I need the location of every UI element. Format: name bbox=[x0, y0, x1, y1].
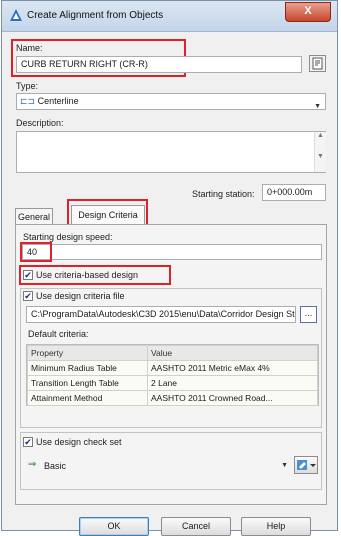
criteria-file-input[interactable]: C:\ProgramData\Autodesk\C3D 2015\enu\Dat… bbox=[26, 306, 296, 323]
criteria-table: Property Value Minimum Radius Table AASH… bbox=[26, 344, 319, 406]
check-set-select[interactable]: ⇒ Basic ▼ bbox=[26, 457, 290, 475]
type-label: Type: bbox=[16, 81, 39, 91]
browse-button[interactable]: ... bbox=[300, 306, 317, 323]
property-cell: Attainment Method bbox=[27, 390, 148, 406]
table-row[interactable]: Transition Length Table 2 Lane bbox=[27, 375, 318, 391]
name-label: Name: bbox=[16, 43, 43, 53]
type-select[interactable]: ⊏⊐ Centerline ▼ bbox=[16, 93, 326, 110]
autocad-logo-icon bbox=[10, 9, 22, 21]
property-column-header: Property bbox=[27, 345, 148, 361]
speed-label: Starting design speed: bbox=[23, 232, 113, 242]
edit-check-set-icon bbox=[297, 460, 316, 470]
value-column-header: Value bbox=[147, 345, 318, 361]
value-cell[interactable]: AASHTO 2011 Metric eMax 4% bbox=[147, 360, 318, 376]
value-cell[interactable]: AASHTO 2011 Crowned Road... bbox=[147, 390, 318, 406]
value-cell[interactable]: 2 Lane bbox=[147, 375, 318, 391]
description-scrollbar[interactable]: ▲ ▼ bbox=[314, 132, 326, 172]
close-button[interactable]: X bbox=[285, 2, 331, 22]
chevron-down-icon: ▼ bbox=[314, 103, 321, 110]
tab-general[interactable]: General bbox=[15, 208, 53, 225]
use-check-set-checkbox[interactable]: ✔ bbox=[23, 437, 33, 447]
cancel-button[interactable]: Cancel bbox=[161, 517, 231, 536]
use-check-set-label: Use design check set bbox=[36, 437, 122, 447]
use-criteria-highlight bbox=[19, 265, 171, 285]
criteria-grid: Property Value Minimum Radius Table AASH… bbox=[27, 345, 318, 406]
speed-input[interactable]: 40 bbox=[22, 244, 322, 260]
description-input[interactable] bbox=[16, 131, 326, 173]
name-template-button[interactable] bbox=[309, 55, 326, 72]
starting-station-label: Starting station: bbox=[192, 189, 255, 199]
window-title: Create Alignment from Objects bbox=[27, 10, 164, 21]
design-criteria-tab-highlight bbox=[67, 199, 148, 227]
check-set-value: Basic bbox=[44, 461, 67, 471]
name-template-icon bbox=[312, 57, 323, 70]
description-label: Description: bbox=[16, 118, 64, 128]
ok-button[interactable]: OK bbox=[79, 517, 149, 536]
type-value: Centerline bbox=[37, 96, 79, 106]
name-input[interactable]: CURB RETURN RIGHT (CR-R) bbox=[16, 56, 302, 73]
centerline-icon: ⊏⊐ bbox=[20, 96, 36, 106]
title-bar[interactable]: Create Alignment from Objects X bbox=[2, 1, 337, 32]
property-cell: Transition Length Table bbox=[27, 375, 148, 391]
chevron-down-icon: ▼ bbox=[281, 462, 288, 469]
check-set-edit-button[interactable] bbox=[294, 456, 318, 474]
use-file-checkbox[interactable]: ✔ bbox=[23, 291, 33, 301]
help-button[interactable]: Help bbox=[241, 517, 311, 536]
property-cell: Minimum Radius Table bbox=[27, 360, 148, 376]
table-row[interactable]: Attainment Method AASHTO 2011 Crowned Ro… bbox=[27, 390, 318, 406]
starting-station-input[interactable]: 0+000.00m bbox=[262, 184, 326, 201]
check-set-icon: ⇒ bbox=[28, 459, 37, 470]
tab-general-label: General bbox=[17, 212, 51, 222]
default-criteria-label: Default criteria: bbox=[28, 329, 89, 339]
scroll-up-icon[interactable]: ▲ bbox=[315, 132, 326, 139]
dialog-window: Create Alignment from Objects X Name: CU… bbox=[1, 0, 338, 536]
dialog-client: Name: CURB RETURN RIGHT (CR-R) Type: ⊏⊐ … bbox=[9, 32, 332, 536]
design-criteria-panel: Starting design speed: 40 ✔ Use criteria… bbox=[15, 224, 327, 505]
table-row[interactable]: Minimum Radius Table AASHTO 2011 Metric … bbox=[27, 360, 318, 376]
scroll-down-icon[interactable]: ▼ bbox=[315, 153, 326, 160]
use-file-label: Use design criteria file bbox=[36, 291, 125, 301]
speed-highlight bbox=[20, 242, 52, 262]
criteria-header-row: Property Value bbox=[27, 345, 318, 361]
